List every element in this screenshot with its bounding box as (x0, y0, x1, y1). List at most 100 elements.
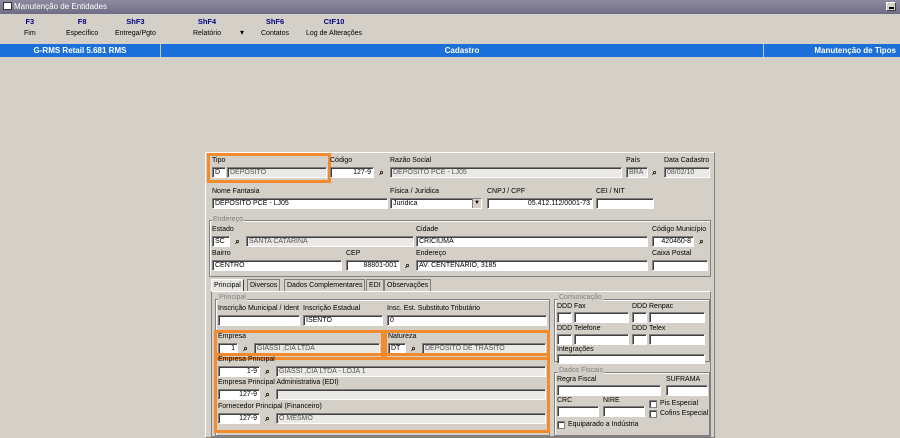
ddd-label: DDD (557, 325, 573, 332)
window-titlebar: Manutenção de Entidades (0, 0, 900, 14)
tab-diversos[interactable]: Diversos (247, 279, 281, 291)
tipo-code-field[interactable]: D (212, 167, 226, 178)
cei-nit-field[interactable] (596, 198, 654, 209)
fornecedor-code-field[interactable]: 127-9 (218, 413, 260, 424)
tab-dados-complementares[interactable]: Dados Complementares (284, 279, 366, 291)
cnpj-field[interactable]: 05.412.112/0001-73 (487, 198, 593, 209)
screen-subtitle: Manutenção de Tipos (814, 46, 896, 55)
empresa-edi-code-field[interactable]: 127-9 (218, 389, 260, 400)
nire-label: NIRE (603, 397, 620, 404)
fkey-ctf10-log[interactable]: CtF10 Log de Alterações (306, 17, 362, 37)
cei-nit-label: CEI / NIT (596, 188, 625, 195)
crc-field[interactable] (557, 406, 599, 417)
fkey-key: ShF6 (265, 17, 285, 26)
nome-fantasia-field[interactable]: DEPOSITO PCE - LJ05 (212, 198, 388, 209)
fax-ddd-field[interactable] (557, 312, 572, 323)
inscricao-municipal-field[interactable] (218, 315, 300, 326)
pis-especial-checkbox[interactable] (649, 400, 657, 408)
razao-social-field[interactable]: DEPOSITO PCE - LJ05 (390, 167, 622, 178)
endereco-label: Endereço (416, 250, 446, 257)
tipo-label: Tipo (212, 157, 226, 164)
codigo-label: Código (330, 157, 353, 164)
ddd-label: DDD (557, 303, 573, 310)
empresa-edi-label: Empresa Principal Administrativa (EDI) (218, 379, 339, 386)
estado-nome-field: SANTA CATARINA (246, 236, 414, 247)
data-cadastro-label: Data Cadastro (664, 157, 710, 164)
estado-uf-field[interactable]: SC (212, 236, 230, 247)
caixa-postal-field[interactable] (652, 260, 708, 271)
codigo-municipio-field[interactable]: 420460-8 (652, 236, 694, 247)
cofins-especial-checkbox[interactable] (649, 410, 657, 418)
fkey-key: ShF3 (126, 17, 145, 26)
binoculars-icon[interactable]: ⌕ (696, 236, 707, 247)
bairro-field[interactable]: CENTRO (212, 260, 342, 271)
razao-social-label: Razão Social (390, 157, 432, 164)
app-icon (3, 2, 12, 10)
cep-label: CEP (346, 250, 361, 257)
natureza-code-field[interactable]: DT (388, 343, 406, 354)
binoculars-icon[interactable]: ⌕ (649, 167, 660, 178)
telex-field[interactable] (649, 334, 705, 345)
fkey-f8-especifico[interactable]: F8 Específico (66, 17, 98, 37)
telex-ddd-field[interactable] (632, 334, 647, 345)
binoculars-icon[interactable]: ⌕ (262, 389, 273, 400)
binoculars-icon[interactable]: ⌕ (376, 167, 387, 178)
ddd-label: DDD (632, 303, 648, 310)
fisica-juridica-value: Jurídica (393, 200, 418, 207)
minimize-button[interactable] (886, 2, 896, 11)
fkey-label: Contatos (261, 30, 290, 37)
equiparado-industria-label: Equiparado a Indústria (568, 421, 639, 428)
insc-substituto-field[interactable]: 0 (387, 315, 547, 326)
fkey-f3-fim[interactable]: F3 Fim (24, 17, 36, 37)
binoculars-icon[interactable]: ⌕ (232, 236, 243, 247)
fkey-label: Fim (24, 30, 36, 37)
pais-field[interactable]: BRA (626, 167, 648, 178)
fkey-shf6-contatos[interactable]: ShF6 Contatos (261, 17, 289, 37)
fisica-juridica-select[interactable]: Jurídica ▼ (390, 198, 482, 209)
empresa-principal-code-field[interactable]: 1-9 (218, 366, 260, 377)
app-version: G-RMS Retail 5.681 RMS (33, 46, 127, 55)
cidade-label: Cidade (416, 226, 439, 233)
empresa-code-field[interactable]: 1 (218, 343, 238, 354)
binoculars-icon[interactable]: ⌕ (408, 343, 419, 354)
tab-observacoes[interactable]: Observações (384, 279, 432, 291)
suframa-field[interactable] (666, 385, 708, 396)
cnpj-label: CNPJ / CPF (487, 188, 526, 195)
equiparado-industria-checkbox[interactable] (557, 421, 565, 429)
cidade-field[interactable]: CRICIUMA (416, 236, 648, 247)
regra-fiscal-label: Regra Fiscal (557, 376, 597, 383)
endereco-group-title: Endereço (212, 216, 244, 223)
regra-fiscal-field[interactable] (557, 385, 661, 396)
renpac-field[interactable] (649, 312, 705, 323)
screen-title: Cadastro (160, 44, 764, 57)
inscricao-estadual-field[interactable]: ISENTO (303, 315, 383, 326)
empresa-principal-desc-field: GIASSI ,CIA LTDA - LOJA 1 (276, 366, 546, 377)
integracoes-label: Integrações (557, 346, 594, 353)
binoculars-icon[interactable]: ⌕ (402, 260, 413, 271)
nire-field[interactable] (603, 406, 645, 417)
binoculars-icon[interactable]: ⌕ (262, 366, 273, 377)
integracoes-field[interactable] (557, 354, 705, 364)
tab-edi[interactable]: EDI (366, 279, 384, 291)
telefone-ddd-field[interactable] (557, 334, 572, 345)
pais-label: País (626, 157, 641, 164)
fax-field[interactable] (574, 312, 629, 323)
chevron-down-icon[interactable]: ▼ (472, 199, 481, 208)
fornecedor-desc-field: O MESMO (276, 413, 546, 424)
fkey-shf4-relatorio[interactable]: ShF4 Relatório (193, 17, 221, 37)
binoculars-icon[interactable]: ⌕ (262, 413, 273, 424)
fkey-shf3-entrega[interactable]: ShF3 Entrega/Pgto (115, 17, 156, 37)
more-dropdown-icon[interactable]: ▾ (240, 28, 244, 37)
codigo-field[interactable]: 127-9 (330, 167, 374, 178)
fkey-key: ShF4 (197, 17, 217, 26)
binoculars-icon[interactable]: ⌕ (240, 343, 251, 354)
renpac-ddd-field[interactable] (632, 312, 647, 323)
telefone-field[interactable] (574, 334, 629, 345)
renpac-label: Renpac (649, 303, 674, 310)
function-key-bar: F3 Fim F8 Específico ShF3 Entrega/Pgto ShF4… (0, 14, 900, 42)
endereco-field[interactable]: AV. CENTENARIO, 3185 (416, 260, 648, 271)
inscricao-estadual-label: Inscrição Estadual (303, 305, 361, 312)
nome-fantasia-label: Nome Fantasia (212, 188, 260, 195)
empresa-desc-field: GIASSI ,CIA LTDA (254, 343, 380, 354)
cep-field[interactable]: 88801-001 (346, 260, 400, 271)
